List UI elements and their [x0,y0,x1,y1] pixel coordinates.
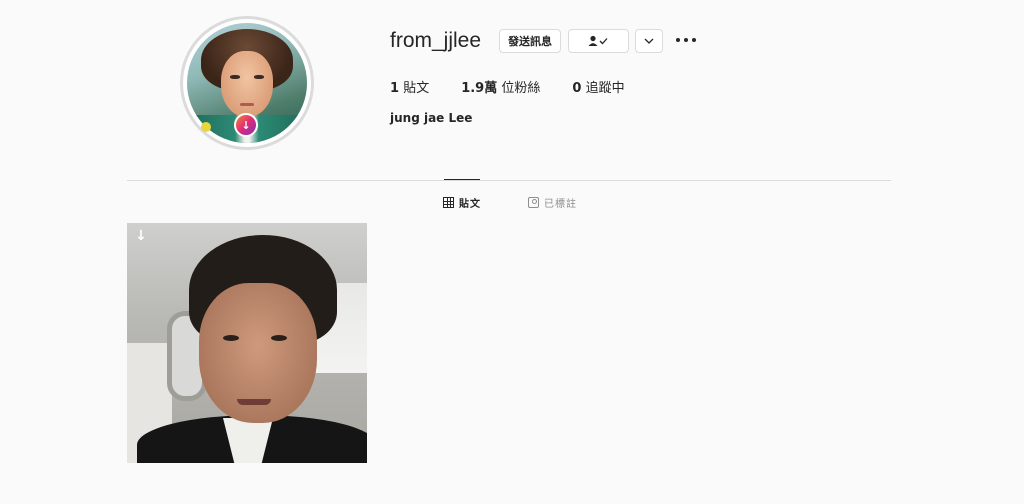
download-icon[interactable]: ↓ [234,113,258,137]
stat-following[interactable]: 0 追蹤中 [572,77,624,96]
profile-page: ↓ from_jjlee 發送訊息 1 貼文 1.9萬 位粉絲 0 追蹤中 ju… [0,0,1024,504]
following-button[interactable] [568,29,629,53]
post-thumbnail[interactable] [127,223,367,463]
send-message-button[interactable]: 發送訊息 [499,29,561,53]
active-tab-indicator [444,179,480,180]
stat-posts: 1 貼文 [390,81,430,96]
chevron-down-icon [644,38,654,44]
tab-posts[interactable]: 貼文 [443,195,481,210]
more-options-icon[interactable] [676,32,696,48]
profile-stats: 1 貼文 1.9萬 位粉絲 0 追蹤中 [390,77,657,96]
download-arrow-icon[interactable]: ↓ [133,228,149,244]
avatar-decoration [201,122,211,132]
section-divider [127,180,891,181]
profile-full-name: jung jae Lee [390,111,473,125]
tag-icon [528,196,539,208]
user-check-icon [588,35,607,46]
profile-username: from_jjlee [390,29,482,52]
suggested-accounts-button[interactable] [635,29,663,53]
stat-followers[interactable]: 1.9萬 位粉絲 [461,77,540,96]
tab-tagged[interactable]: 已標註 [528,195,577,210]
grid-icon [443,196,454,208]
